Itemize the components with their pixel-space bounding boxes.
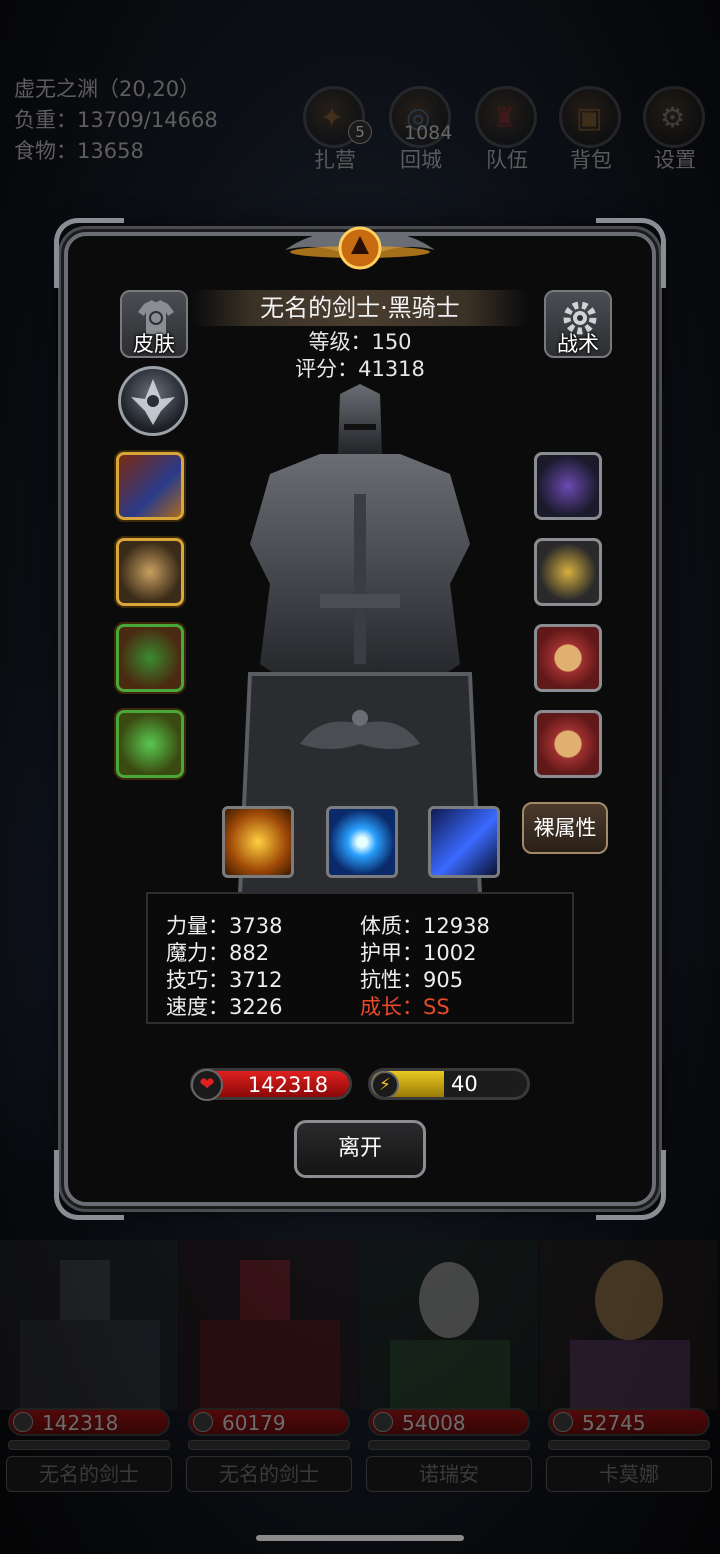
leave-button[interactable]: 离开 [294, 1120, 426, 1178]
crest-emblem-icon [285, 226, 435, 270]
stat-speed: 速度：3226 [166, 995, 283, 1019]
backpack-icon: ▣ [559, 86, 621, 148]
red-knight-portrait [180, 1240, 358, 1410]
stat-magic: 魔力：882 [166, 941, 270, 965]
hp-bar: ❤ 142318 [190, 1068, 352, 1101]
eye-skill-icon[interactable] [326, 806, 398, 878]
talisman-slot[interactable] [116, 710, 184, 778]
backpack-button[interactable]: ▣ 背包 [556, 86, 626, 176]
load-text: 负重：13709/14668 [14, 108, 218, 132]
member-hp-bar: 60179 [188, 1408, 350, 1436]
frame-corner [54, 218, 124, 288]
shield-skill-icon[interactable] [222, 806, 294, 878]
stats-panel: 力量：3738 体质：12938 魔力：882 护甲：1002 技巧：3712 … [146, 892, 574, 1024]
energy-value: 40 [451, 1072, 478, 1096]
settings-label: 设置 [654, 148, 696, 172]
knight-portrait [0, 1240, 178, 1410]
team-strip: 142318 无名的剑士 60179 无名的剑士 54008 诺瑞安 52745… [0, 1240, 720, 1500]
lightning-icon: ⚡ [371, 1071, 399, 1097]
member-name: 无名的剑士 [6, 1456, 172, 1492]
orb-slot[interactable] [534, 538, 602, 606]
team-label: 队伍 [486, 148, 528, 172]
camp-button[interactable]: ✦ 5 扎营 [300, 86, 372, 176]
member-name: 卡莫娜 [546, 1456, 712, 1492]
weapon-sword-slot[interactable] [116, 452, 184, 520]
return-count: 1084 [404, 122, 453, 144]
return-city-button[interactable]: ◎ 1084 回城 [386, 86, 456, 176]
frame-corner [596, 218, 666, 288]
camp-badge: 5 [348, 120, 372, 144]
team-member-card[interactable]: 142318 无名的剑士 [0, 1240, 178, 1500]
frame-corner [54, 1150, 124, 1220]
stat-resistance: 抗性：905 [360, 968, 464, 992]
character-level: 等级：150 [308, 330, 412, 354]
team-member-card[interactable]: 60179 无名的剑士 [180, 1240, 358, 1500]
stat-armor: 护甲：1002 [360, 941, 477, 965]
character-score: 评分：41318 [295, 357, 425, 381]
backpack-label: 背包 [570, 148, 612, 172]
heart-icon: ❤ [191, 1069, 223, 1101]
member-hp-bar: 54008 [368, 1408, 530, 1436]
member-name: 诺瑞安 [366, 1456, 532, 1492]
team-member-card[interactable]: 54008 诺瑞安 [360, 1240, 538, 1500]
skin-button[interactable]: 皮肤 [120, 290, 188, 358]
energy-bar: ⚡ 40 [368, 1068, 530, 1100]
food-text: 食物：13658 [14, 139, 144, 163]
class-emblem-icon[interactable] [118, 366, 188, 436]
team-button[interactable]: ♜ 队伍 [472, 86, 542, 176]
stat-constitution: 体质：12938 [360, 914, 490, 938]
return-city-label: 回城 [400, 148, 442, 172]
armor-slot[interactable] [116, 538, 184, 606]
camp-label: 扎营 [314, 148, 356, 172]
team-icon: ♜ [475, 86, 537, 148]
member-name: 无名的剑士 [186, 1456, 352, 1492]
amulet-slot[interactable] [116, 624, 184, 692]
stat-growth: 成长：SS [360, 995, 450, 1019]
tactics-button[interactable]: 战术 [544, 290, 612, 358]
frame-corner [596, 1150, 666, 1220]
team-member-card[interactable]: 52745 卡莫娜 [540, 1240, 718, 1500]
stat-skill: 技巧：3712 [166, 968, 283, 992]
elf-portrait [360, 1240, 538, 1410]
location-text: 虚无之渊（20,20） [14, 77, 201, 101]
member-hp-bar: 52745 [548, 1408, 710, 1436]
gear-icon: ⚙ [643, 86, 705, 148]
naked-stats-button[interactable]: 裸属性 [522, 802, 608, 854]
hp-value: 142318 [247, 1073, 329, 1097]
character-name: 无名的剑士·黑骑士 [260, 294, 460, 322]
slash-skill-icon[interactable] [428, 806, 500, 878]
settings-button[interactable]: ⚙ 设置 [640, 86, 710, 176]
relic-slot[interactable] [534, 452, 602, 520]
home-indicator[interactable] [256, 1535, 464, 1541]
top-menu: ✦ 5 扎营 ◎ 1084 回城 ♜ 队伍 ▣ 背包 ⚙ 设置 [300, 86, 714, 176]
member-hp-bar: 142318 [8, 1408, 170, 1436]
stat-strength: 力量：3738 [166, 914, 283, 938]
priestess-portrait [540, 1240, 718, 1410]
scroll-slot[interactable] [534, 624, 602, 692]
map-info: 虚无之渊（20,20） 负重：13709/14668 食物：13658 [14, 74, 218, 167]
scroll-slot[interactable] [534, 710, 602, 778]
